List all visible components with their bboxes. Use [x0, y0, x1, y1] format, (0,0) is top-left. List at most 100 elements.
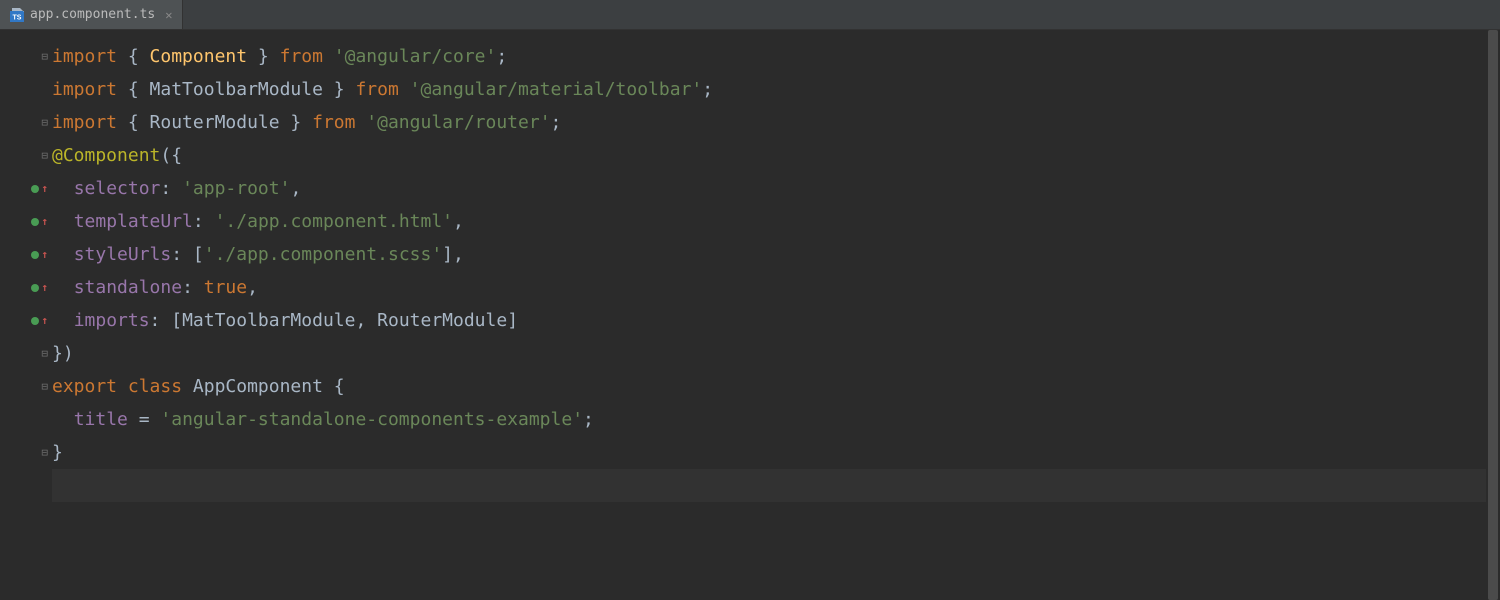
fold-toggle-icon[interactable]: ⊟ — [41, 116, 48, 129]
file-tab[interactable]: TS app.component.ts ✕ — [0, 0, 183, 29]
vertical-scrollbar[interactable] — [1486, 30, 1500, 600]
code-token: MatToolbarModule — [182, 310, 355, 331]
code-token: = — [128, 409, 161, 430]
code-token: : — [160, 178, 182, 199]
inspection-marker-icon[interactable] — [31, 284, 39, 292]
code-token — [52, 178, 74, 199]
code-token: './app.component.scss' — [204, 244, 442, 265]
gutter-row: ⊟ — [0, 139, 52, 172]
fold-toggle-icon[interactable]: ⊟ — [41, 446, 48, 459]
code-token: MatToolbarModule — [150, 79, 323, 100]
code-area[interactable]: import { Component } from '@angular/core… — [52, 30, 1500, 600]
code-token: Component — [150, 46, 248, 67]
code-token: ; — [583, 409, 594, 430]
code-token: AppComponent — [193, 376, 323, 397]
code-token: } — [280, 112, 313, 133]
fold-toggle-icon[interactable]: ⊟ — [41, 380, 48, 393]
fold-toggle-icon[interactable]: ⊟ — [41, 347, 48, 360]
tab-filename: app.component.ts — [30, 7, 155, 22]
code-token: } — [323, 79, 356, 100]
code-token: { — [128, 79, 150, 100]
inspection-marker-icon[interactable] — [31, 317, 39, 325]
code-token — [52, 409, 74, 430]
code-token: import — [52, 112, 128, 133]
code-editor[interactable]: ⊟ ⊟ ⊟ ↑ ↑ ↑ ↑ ↑ ⊟ ⊟ ⊟ import { Component } from '@… — [0, 30, 1500, 600]
code-token: from — [355, 79, 409, 100]
code-line[interactable]: } — [52, 436, 1500, 469]
code-line[interactable]: imports: [MatToolbarModule, RouterModule… — [52, 304, 1500, 337]
code-token: { — [323, 376, 345, 397]
gutter-row: ⊟ — [0, 370, 52, 403]
gutter-row — [0, 403, 52, 436]
code-token: styleUrls — [74, 244, 172, 265]
code-line[interactable] — [52, 469, 1500, 502]
code-token: RouterModule — [150, 112, 280, 133]
gutter-row: ↑ — [0, 304, 52, 337]
editor-gutter: ⊟ ⊟ ⊟ ↑ ↑ ↑ ↑ ↑ ⊟ ⊟ ⊟ — [0, 30, 52, 600]
code-token: { — [128, 112, 150, 133]
code-token: from — [312, 112, 366, 133]
code-line[interactable]: import { Component } from '@angular/core… — [52, 40, 1500, 73]
code-line[interactable]: selector: 'app-root', — [52, 172, 1500, 205]
code-token: standalone — [74, 277, 182, 298]
code-line[interactable]: styleUrls: ['./app.component.scss'], — [52, 238, 1500, 271]
code-token: } — [52, 442, 63, 463]
code-line[interactable]: standalone: true, — [52, 271, 1500, 304]
code-token: import — [52, 79, 128, 100]
code-token — [52, 244, 74, 265]
code-token: '@angular/material/toolbar' — [410, 79, 703, 100]
code-token — [52, 211, 74, 232]
code-token: 'app-root' — [182, 178, 290, 199]
code-token: } — [247, 46, 280, 67]
override-arrow-icon[interactable]: ↑ — [41, 281, 48, 294]
inspection-marker-icon[interactable] — [31, 185, 39, 193]
code-token — [52, 310, 74, 331]
override-arrow-icon[interactable]: ↑ — [41, 314, 48, 327]
code-line[interactable]: import { MatToolbarModule } from '@angul… — [52, 73, 1500, 106]
code-token: : [ — [171, 244, 204, 265]
inspection-marker-icon[interactable] — [31, 251, 39, 259]
code-token: }) — [52, 343, 74, 364]
code-token: './app.component.html' — [215, 211, 453, 232]
code-token: : — [182, 277, 204, 298]
code-line[interactable]: templateUrl: './app.component.html', — [52, 205, 1500, 238]
override-arrow-icon[interactable]: ↑ — [41, 182, 48, 195]
code-token: imports — [74, 310, 150, 331]
code-token: title — [74, 409, 128, 430]
code-token: @Component — [52, 145, 160, 166]
fold-toggle-icon[interactable]: ⊟ — [41, 50, 48, 63]
override-arrow-icon[interactable]: ↑ — [41, 248, 48, 261]
code-token: , — [355, 310, 377, 331]
code-token: 'angular-standalone-components-example' — [160, 409, 583, 430]
gutter-row: ⊟ — [0, 337, 52, 370]
code-line[interactable]: title = 'angular-standalone-components-e… — [52, 403, 1500, 436]
gutter-row: ↑ — [0, 205, 52, 238]
code-token: , — [290, 178, 301, 199]
code-line[interactable]: @Component({ — [52, 139, 1500, 172]
gutter-row: ⊟ — [0, 436, 52, 469]
code-token: true — [204, 277, 247, 298]
fold-toggle-icon[interactable]: ⊟ — [41, 149, 48, 162]
code-token: ] — [507, 310, 518, 331]
scrollbar-thumb[interactable] — [1488, 30, 1498, 600]
close-icon[interactable]: ✕ — [165, 8, 172, 22]
code-line[interactable]: import { RouterModule } from '@angular/r… — [52, 106, 1500, 139]
gutter-row: ⊟ — [0, 106, 52, 139]
code-token: , — [247, 277, 258, 298]
code-token: import — [52, 46, 128, 67]
gutter-row — [0, 469, 52, 502]
code-token — [52, 277, 74, 298]
inspection-marker-icon[interactable] — [31, 218, 39, 226]
code-token: '@angular/core' — [334, 46, 497, 67]
override-arrow-icon[interactable]: ↑ — [41, 215, 48, 228]
code-token: , — [453, 211, 464, 232]
code-token: from — [280, 46, 334, 67]
code-token: selector — [74, 178, 161, 199]
code-line[interactable]: }) — [52, 337, 1500, 370]
code-token: ], — [442, 244, 464, 265]
gutter-row: ↑ — [0, 238, 52, 271]
code-token: '@angular/router' — [366, 112, 550, 133]
gutter-row: ↑ — [0, 271, 52, 304]
gutter-row — [0, 73, 52, 106]
code-line[interactable]: export class AppComponent { — [52, 370, 1500, 403]
